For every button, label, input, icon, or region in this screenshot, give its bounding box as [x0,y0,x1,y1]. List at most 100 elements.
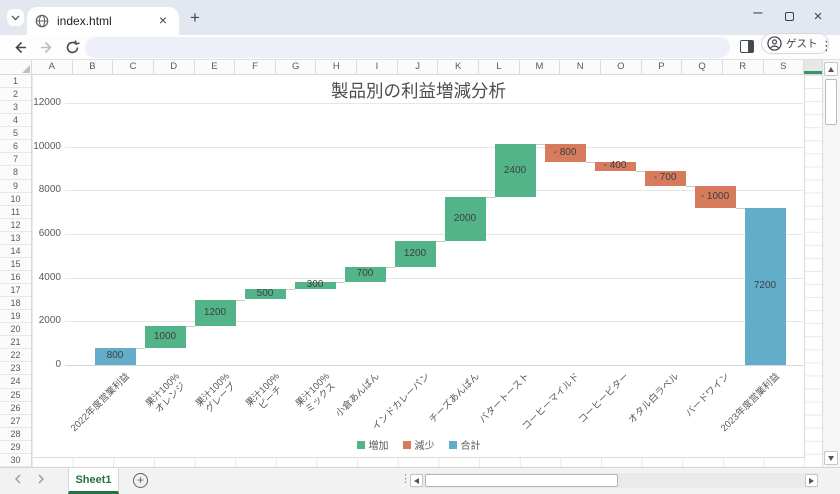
new-tab-button[interactable]: + [186,9,204,27]
column-header-L[interactable]: L [479,60,520,74]
column-header-E[interactable]: E [195,60,236,74]
row-header-14[interactable]: 14 [0,245,31,258]
row-header-10[interactable]: 10 [0,193,31,206]
side-panel-icon[interactable] [740,40,754,53]
row-header-29[interactable]: 29 [0,441,31,454]
scroll-right-button[interactable] [805,474,818,487]
column-header-C[interactable]: C [113,60,154,74]
address-bar[interactable] [85,37,730,58]
row-header-3[interactable]: 3 [0,101,31,114]
column-header-S[interactable]: S [764,60,805,74]
column-header-I[interactable]: I [357,60,398,74]
scroll-up-button[interactable] [824,62,838,76]
row-header-22[interactable]: 22 [0,349,31,362]
column-header-M[interactable]: M [520,60,561,74]
bar-value-label: 700 [345,268,386,279]
scroll-left-button[interactable] [410,474,423,487]
window-maximize-button[interactable] [779,6,799,26]
connector-line [336,282,345,283]
next-sheet-icon[interactable] [37,474,45,484]
bar-value-label: - 400 [595,160,636,171]
row-header-28[interactable]: 28 [0,428,31,441]
row-header-16[interactable]: 16 [0,271,31,284]
row-header-21[interactable]: 21 [0,336,31,349]
legend-swatch-icon [357,441,365,449]
legend-item-増加[interactable]: 増加 [357,437,389,452]
column-header-J[interactable]: J [398,60,439,74]
vertical-scrollbar-thumb[interactable] [825,79,837,125]
scroll-down-button[interactable] [824,451,838,465]
window-close-button[interactable]: × [808,6,828,26]
browser-tab[interactable]: index.html × [27,7,179,35]
column-header-H[interactable]: H [316,60,357,74]
bar-value-label: 1200 [195,307,236,318]
column-header-Q[interactable]: Q [682,60,723,74]
column-header-N[interactable]: N [560,60,601,74]
tab-search-button[interactable] [7,9,24,26]
row-header-11[interactable]: 11 [0,206,31,219]
y-axis-tick-6000: 6000 [33,228,61,239]
row-header-13[interactable]: 13 [0,232,31,245]
window-minimize-button[interactable]: – [748,3,768,23]
row-header-15[interactable]: 15 [0,258,31,271]
row-header-19[interactable]: 19 [0,310,31,323]
gridline-12000 [65,103,803,104]
reload-icon[interactable] [64,39,81,56]
browser-menu-icon[interactable]: ⋮ [820,38,832,56]
row-header-9[interactable]: 9 [0,180,31,193]
add-sheet-button[interactable]: + [133,473,148,488]
triangle-up-icon [828,67,834,72]
row-header-27[interactable]: 27 [0,415,31,428]
gridline-0 [65,365,803,366]
gridline-8000 [65,190,803,191]
column-header-F[interactable]: F [235,60,276,74]
column-header-A[interactable]: A [32,60,73,74]
legend-item-合計[interactable]: 合計 [449,437,481,452]
prev-sheet-icon[interactable] [14,474,22,484]
x-axis-label: 2023年度営業利益 [719,371,782,434]
connector-line [486,197,495,198]
back-icon[interactable] [12,39,29,56]
profile-guest-button[interactable]: ゲスト [761,33,829,54]
row-header-30[interactable]: 30 [0,454,31,467]
row-header-4[interactable]: 4 [0,114,31,127]
legend-swatch-icon [403,441,411,449]
column-header-partial-active[interactable] [804,60,822,74]
row-header-26[interactable]: 26 [0,402,31,415]
forward-icon[interactable] [38,39,55,56]
column-header-K[interactable]: K [438,60,479,74]
bar-value-label: 500 [245,288,286,299]
column-headers: ABCDEFGHIJKLMNOPQRS [32,60,822,75]
tab-close-icon[interactable]: × [155,13,171,29]
column-header-G[interactable]: G [276,60,317,74]
row-header-8[interactable]: 8 [0,166,31,179]
gridline-4000 [65,278,803,279]
row-header-7[interactable]: 7 [0,153,31,166]
row-header-6[interactable]: 6 [0,140,31,153]
select-all-corner[interactable] [0,60,32,75]
legend-label: 合計 [461,437,481,452]
row-header-18[interactable]: 18 [0,297,31,310]
horizontal-scrollbar-thumb[interactable] [425,474,618,487]
bar-value-label: 300 [295,279,336,290]
column-header-D[interactable]: D [154,60,195,74]
bar-value-label: 1200 [395,248,436,259]
x-label-wrap: 2023年度営業利益 [564,371,774,381]
row-header-25[interactable]: 25 [0,389,31,402]
row-header-5[interactable]: 5 [0,127,31,140]
row-header-20[interactable]: 20 [0,323,31,336]
row-header-1[interactable]: 1 [0,75,31,88]
row-header-12[interactable]: 12 [0,219,31,232]
sheet-tab-sheet1[interactable]: Sheet1 [68,468,119,494]
column-header-R[interactable]: R [723,60,764,74]
column-header-O[interactable]: O [601,60,642,74]
bar-value-label: - 700 [645,172,686,183]
row-header-17[interactable]: 17 [0,284,31,297]
column-header-P[interactable]: P [642,60,683,74]
connector-line [286,289,295,290]
waterfall-chart[interactable]: 製品別の利益増減分析 02000400060008000100001200080… [33,75,805,458]
legend-item-減少[interactable]: 減少 [403,437,435,452]
tab-title: index.html [57,14,155,28]
row-header-2[interactable]: 2 [0,88,31,101]
column-header-B[interactable]: B [73,60,114,74]
